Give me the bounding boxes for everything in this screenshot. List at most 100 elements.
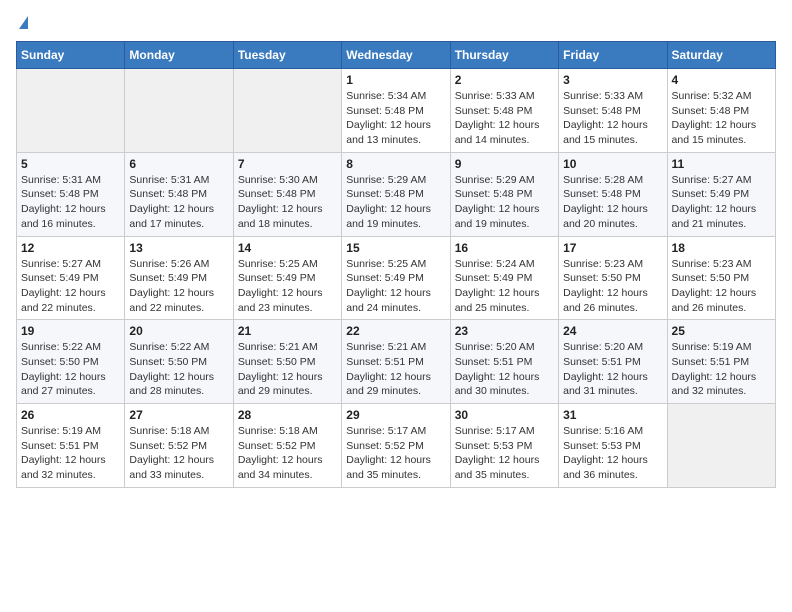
day-info: Sunrise: 5:28 AM Sunset: 5:48 PM Dayligh… bbox=[563, 173, 662, 232]
day-info: Sunrise: 5:24 AM Sunset: 5:49 PM Dayligh… bbox=[455, 257, 554, 316]
day-number: 2 bbox=[455, 73, 554, 87]
calendar-week-row: 19 Sunrise: 5:22 AM Sunset: 5:50 PM Dayli… bbox=[17, 320, 776, 404]
calendar-cell: 19Sunrise: 5:22 AM Sunset: 5:50 PM Dayli… bbox=[17, 320, 125, 404]
calendar-week-row: 26 Sunrise: 5:19 AM Sunset: 5:51 PM Dayli… bbox=[17, 404, 776, 488]
day-info: Sunrise: 5:33 AM Sunset: 5:48 PM Dayligh… bbox=[563, 89, 662, 148]
calendar-cell: 7 Sunrise: 5:30 AM Sunset: 5:48 PM Daylig… bbox=[233, 152, 341, 236]
day-number: 23 bbox=[455, 324, 554, 338]
day-info: Sunrise: 5:20 AM Sunset: 5:51 PM Dayligh… bbox=[455, 340, 554, 399]
calendar-cell: 31Sunrise: 5:16 AM Sunset: 5:53 PM Dayli… bbox=[559, 404, 667, 488]
day-number: 15 bbox=[346, 241, 445, 255]
day-info: Sunrise: 5:17 AM Sunset: 5:53 PM Dayligh… bbox=[455, 424, 554, 483]
calendar-cell: 1 Sunrise: 5:34 AM Sunset: 5:48 PM Daylig… bbox=[342, 69, 450, 153]
day-info: Sunrise: 5:31 AM Sunset: 5:48 PM Dayligh… bbox=[21, 173, 120, 232]
calendar-header-row: SundayMondayTuesdayWednesdayThursdayFrid… bbox=[17, 42, 776, 69]
day-number: 9 bbox=[455, 157, 554, 171]
calendar-cell bbox=[17, 69, 125, 153]
day-info: Sunrise: 5:25 AM Sunset: 5:49 PM Dayligh… bbox=[346, 257, 445, 316]
calendar-cell: 13 Sunrise: 5:26 AM Sunset: 5:49 PM Dayli… bbox=[125, 236, 233, 320]
day-number: 24 bbox=[563, 324, 662, 338]
calendar-cell: 29Sunrise: 5:17 AM Sunset: 5:52 PM Dayli… bbox=[342, 404, 450, 488]
calendar-cell: 6 Sunrise: 5:31 AM Sunset: 5:48 PM Daylig… bbox=[125, 152, 233, 236]
day-info: Sunrise: 5:30 AM Sunset: 5:48 PM Dayligh… bbox=[238, 173, 337, 232]
day-number: 6 bbox=[129, 157, 228, 171]
weekday-header-monday: Monday bbox=[125, 42, 233, 69]
day-info: Sunrise: 5:19 AM Sunset: 5:51 PM Dayligh… bbox=[21, 424, 120, 483]
calendar-cell bbox=[125, 69, 233, 153]
calendar-cell bbox=[667, 404, 775, 488]
day-number: 17 bbox=[563, 241, 662, 255]
calendar-cell: 20 Sunrise: 5:22 AM Sunset: 5:50 PM Dayli… bbox=[125, 320, 233, 404]
calendar-cell: 18Sunrise: 5:23 AM Sunset: 5:50 PM Dayli… bbox=[667, 236, 775, 320]
day-number: 5 bbox=[21, 157, 120, 171]
day-number: 1 bbox=[346, 73, 445, 87]
calendar-week-row: 1 Sunrise: 5:34 AM Sunset: 5:48 PM Daylig… bbox=[17, 69, 776, 153]
calendar-cell: 4 Sunrise: 5:32 AM Sunset: 5:48 PM Daylig… bbox=[667, 69, 775, 153]
calendar-cell: 14Sunrise: 5:25 AM Sunset: 5:49 PM Dayli… bbox=[233, 236, 341, 320]
day-number: 26 bbox=[21, 408, 120, 422]
day-info: Sunrise: 5:32 AM Sunset: 5:48 PM Dayligh… bbox=[672, 89, 771, 148]
calendar-cell: 21 Sunrise: 5:21 AM Sunset: 5:50 PM Dayli… bbox=[233, 320, 341, 404]
day-info: Sunrise: 5:23 AM Sunset: 5:50 PM Dayligh… bbox=[563, 257, 662, 316]
day-info: Sunrise: 5:33 AM Sunset: 5:48 PM Dayligh… bbox=[455, 89, 554, 148]
day-info: Sunrise: 5:19 AM Sunset: 5:51 PM Dayligh… bbox=[672, 340, 771, 399]
calendar-cell: 2 Sunrise: 5:33 AM Sunset: 5:48 PM Daylig… bbox=[450, 69, 558, 153]
day-number: 3 bbox=[563, 73, 662, 87]
day-number: 25 bbox=[672, 324, 771, 338]
calendar-week-row: 12 Sunrise: 5:27 AM Sunset: 5:49 PM Dayli… bbox=[17, 236, 776, 320]
day-info: Sunrise: 5:34 AM Sunset: 5:48 PM Dayligh… bbox=[346, 89, 445, 148]
logo bbox=[16, 16, 28, 31]
weekday-header-friday: Friday bbox=[559, 42, 667, 69]
calendar-cell: 12 Sunrise: 5:27 AM Sunset: 5:49 PM Dayli… bbox=[17, 236, 125, 320]
day-number: 20 bbox=[129, 324, 228, 338]
calendar-cell: 15 Sunrise: 5:25 AM Sunset: 5:49 PM Dayli… bbox=[342, 236, 450, 320]
weekday-header-sunday: Sunday bbox=[17, 42, 125, 69]
calendar-cell: 10 Sunrise: 5:28 AM Sunset: 5:48 PM Dayli… bbox=[559, 152, 667, 236]
day-number: 19 bbox=[21, 324, 120, 338]
day-info: Sunrise: 5:26 AM Sunset: 5:49 PM Dayligh… bbox=[129, 257, 228, 316]
day-info: Sunrise: 5:29 AM Sunset: 5:48 PM Dayligh… bbox=[346, 173, 445, 232]
day-info: Sunrise: 5:31 AM Sunset: 5:48 PM Dayligh… bbox=[129, 173, 228, 232]
calendar-cell: 24 Sunrise: 5:20 AM Sunset: 5:51 PM Dayli… bbox=[559, 320, 667, 404]
day-info: Sunrise: 5:16 AM Sunset: 5:53 PM Dayligh… bbox=[563, 424, 662, 483]
calendar-cell: 9Sunrise: 5:29 AM Sunset: 5:48 PM Daylig… bbox=[450, 152, 558, 236]
calendar-cell: 25 Sunrise: 5:19 AM Sunset: 5:51 PM Dayli… bbox=[667, 320, 775, 404]
calendar-table: SundayMondayTuesdayWednesdayThursdayFrid… bbox=[16, 41, 776, 488]
calendar-week-row: 5 Sunrise: 5:31 AM Sunset: 5:48 PM Daylig… bbox=[17, 152, 776, 236]
day-number: 14 bbox=[238, 241, 337, 255]
day-info: Sunrise: 5:20 AM Sunset: 5:51 PM Dayligh… bbox=[563, 340, 662, 399]
day-number: 12 bbox=[21, 241, 120, 255]
day-number: 13 bbox=[129, 241, 228, 255]
day-info: Sunrise: 5:21 AM Sunset: 5:50 PM Dayligh… bbox=[238, 340, 337, 399]
day-number: 7 bbox=[238, 157, 337, 171]
day-number: 27 bbox=[129, 408, 228, 422]
day-number: 21 bbox=[238, 324, 337, 338]
calendar-cell: 3 Sunrise: 5:33 AM Sunset: 5:48 PM Daylig… bbox=[559, 69, 667, 153]
weekday-header-tuesday: Tuesday bbox=[233, 42, 341, 69]
day-number: 16 bbox=[455, 241, 554, 255]
logo-triangle-icon bbox=[19, 16, 28, 29]
calendar-cell: 17 Sunrise: 5:23 AM Sunset: 5:50 PM Dayli… bbox=[559, 236, 667, 320]
day-info: Sunrise: 5:22 AM Sunset: 5:50 PM Dayligh… bbox=[129, 340, 228, 399]
day-number: 18 bbox=[672, 241, 771, 255]
day-number: 11 bbox=[672, 157, 771, 171]
day-info: Sunrise: 5:27 AM Sunset: 5:49 PM Dayligh… bbox=[672, 173, 771, 232]
weekday-header-thursday: Thursday bbox=[450, 42, 558, 69]
weekday-header-wednesday: Wednesday bbox=[342, 42, 450, 69]
calendar-cell: 28 Sunrise: 5:18 AM Sunset: 5:52 PM Dayli… bbox=[233, 404, 341, 488]
calendar-cell: 26 Sunrise: 5:19 AM Sunset: 5:51 PM Dayli… bbox=[17, 404, 125, 488]
calendar-cell: 22Sunrise: 5:21 AM Sunset: 5:51 PM Dayli… bbox=[342, 320, 450, 404]
day-info: Sunrise: 5:18 AM Sunset: 5:52 PM Dayligh… bbox=[238, 424, 337, 483]
page-header bbox=[16, 16, 776, 31]
calendar-cell: 27Sunrise: 5:18 AM Sunset: 5:52 PM Dayli… bbox=[125, 404, 233, 488]
calendar-cell bbox=[233, 69, 341, 153]
calendar-cell: 23 Sunrise: 5:20 AM Sunset: 5:51 PM Dayli… bbox=[450, 320, 558, 404]
day-info: Sunrise: 5:27 AM Sunset: 5:49 PM Dayligh… bbox=[21, 257, 120, 316]
day-number: 4 bbox=[672, 73, 771, 87]
weekday-header-saturday: Saturday bbox=[667, 42, 775, 69]
day-number: 28 bbox=[238, 408, 337, 422]
day-number: 10 bbox=[563, 157, 662, 171]
calendar-cell: 16 Sunrise: 5:24 AM Sunset: 5:49 PM Dayli… bbox=[450, 236, 558, 320]
day-number: 8 bbox=[346, 157, 445, 171]
day-number: 22 bbox=[346, 324, 445, 338]
